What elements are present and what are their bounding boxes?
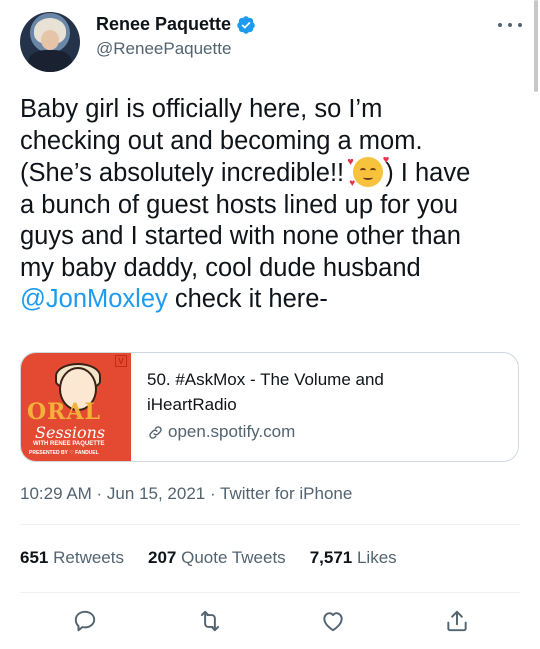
quotes-label: Quote Tweets [181,548,286,567]
thumb-badge: V [114,355,127,367]
tweet-line: (She’s absolutely incredible!! ♥ ♥ ♥) I ha… [20,154,525,190]
retweet-icon[interactable] [197,608,223,634]
avatar-face [41,30,59,50]
action-bar [0,604,540,638]
card-title-line: iHeartRadio [147,395,237,414]
quote-tweets-stat[interactable]: 207 Quote Tweets [148,548,286,568]
divider [20,524,520,525]
thumb-logo-word: ORAL [27,399,101,425]
reply-icon[interactable] [72,608,98,634]
card-thumbnail: V ORAL Sessions WITH RENEE PAQUETTE PRES… [21,353,131,461]
card-domain-text: open.spotify.com [168,422,296,441]
tweet-text-segment: check it here- [167,285,328,313]
dot [508,23,512,27]
tweet-header: Renee Paquette @ReneePaquette [20,8,524,74]
scrollbar[interactable] [534,0,538,92]
name-row: Renee Paquette [96,14,256,35]
display-name[interactable]: Renee Paquette [96,14,231,35]
card-text: 50. #AskMox - The Volume and iHeartRadio… [147,367,508,445]
user-handle[interactable]: @ReneePaquette [96,39,256,59]
likes-stat[interactable]: 7,571 Likes [310,548,397,568]
verified-badge-icon [237,15,255,34]
divider [20,592,520,593]
smiling-face-with-hearts-icon: ♥ ♥ ♥ [347,154,390,189]
more-options-icon[interactable] [498,18,522,32]
tweet-line: Baby girl is officially here, so I’m [20,95,383,123]
likes-label: Likes [356,548,397,567]
link-preview-card[interactable]: V ORAL Sessions WITH RENEE PAQUETTE PRES… [20,352,519,462]
engagement-stats: 651 Retweets 207 Quote Tweets 7,571 Like… [20,548,421,568]
share-icon[interactable] [444,608,470,634]
quotes-count: 207 [147,548,177,567]
retweets-label: Retweets [53,548,124,567]
tweet-body: Baby girl is officially here, so I’m che… [20,94,525,316]
tweet-line: my baby daddy, cool dude husband [20,253,421,282]
tweet-line: @JonMoxley check it here- [20,284,525,316]
thumb-logo-word: Sessions [35,423,106,442]
tweet-line: checking out and becoming a mom. [20,126,423,155]
card-title-line: 50. #AskMox - The Volume and [147,370,384,389]
tweet-timestamp[interactable]: 10:29 AM · Jun 15, 2021 · Twitter for iP… [20,484,352,504]
mention-link[interactable]: @JonMoxley [20,285,168,313]
dot [518,23,522,27]
avatar-jacket [28,50,72,72]
card-domain: open.spotify.com [147,419,508,445]
tweet-line: a bunch of guest hosts lined up for you [20,190,459,219]
author-block: Renee Paquette @ReneePaquette [96,14,256,59]
link-icon [149,425,162,439]
like-icon[interactable] [320,608,346,634]
avatar[interactable] [20,12,80,72]
thumb-tagline: WITH RENEE PAQUETTE [33,441,105,447]
tweet-text-segment: (She’s absolutely incredible!! [20,159,345,187]
retweets-stat[interactable]: 651 Retweets [20,548,124,568]
thumb-presented-by: PRESENTED BY ♡ FANDUEL [29,450,99,456]
likes-count: 7,571 [309,548,353,567]
retweets-count: 651 [20,548,49,567]
tweet-line: guys and I started with none other than [20,222,461,250]
tweet-text-segment: ) I have [385,159,471,187]
dot [498,23,502,27]
